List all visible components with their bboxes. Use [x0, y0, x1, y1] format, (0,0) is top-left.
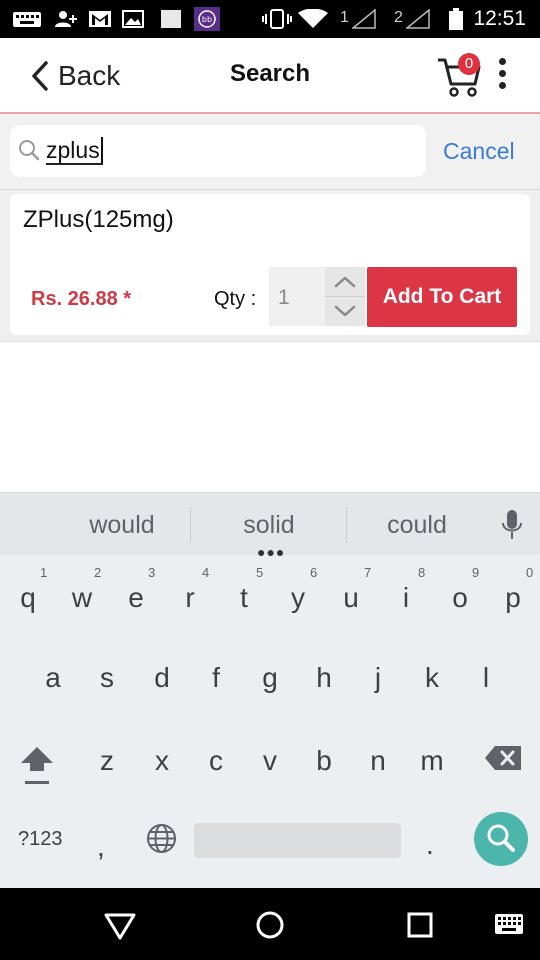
- keyboard-switch-icon[interactable]: [494, 910, 524, 940]
- search-bar: zplus Cancel: [0, 114, 540, 190]
- key-m[interactable]: m: [405, 743, 459, 779]
- key-hint: 4: [202, 565, 210, 580]
- suggestion-divider: [190, 507, 191, 543]
- search-key[interactable]: [474, 812, 528, 866]
- image-icon: [122, 10, 144, 28]
- key-w[interactable]: w: [55, 580, 109, 616]
- quantity-field[interactable]: 1: [269, 267, 325, 326]
- key-b[interactable]: b: [297, 743, 351, 779]
- recents-square-icon[interactable]: [403, 908, 437, 942]
- sim2-label: 2: [394, 9, 403, 26]
- results-list: ZPlus(125mg) Rs. 26.88 * Qty : 1 Add To …: [0, 190, 540, 342]
- navigation-bar: [0, 888, 540, 960]
- search-input[interactable]: zplus: [10, 125, 426, 177]
- key-hint: 1: [40, 565, 48, 580]
- product-price: Rs. 26.88 *: [31, 288, 132, 310]
- add-to-cart-button[interactable]: Add To Cart: [367, 267, 517, 327]
- search-icon: [487, 824, 515, 852]
- text-cursor: [100, 137, 103, 163]
- blank-app-icon: [161, 10, 181, 28]
- add-user-icon: [55, 11, 77, 27]
- key-u[interactable]: u: [324, 580, 378, 616]
- app-bar: Back Search 0: [0, 38, 540, 114]
- key-h[interactable]: h: [297, 660, 351, 696]
- key-hint: 2: [94, 565, 102, 580]
- list-item[interactable]: ZPlus(125mg) Rs. 26.88 * Qty : 1 Add To …: [10, 194, 530, 335]
- key-p[interactable]: p: [486, 580, 540, 616]
- key-z[interactable]: z: [80, 743, 134, 779]
- sim1-label: 1: [340, 9, 349, 26]
- keyboard: would solid could ●●● q w e r t y u i o …: [0, 492, 540, 888]
- qty-label: Qty :: [214, 288, 257, 310]
- bb-app-icon: bb: [194, 7, 220, 31]
- key-hint: 6: [310, 565, 318, 580]
- cancel-button[interactable]: Cancel: [443, 138, 515, 165]
- key-e[interactable]: e: [109, 580, 163, 616]
- back-label: Back: [58, 60, 121, 91]
- key-a[interactable]: a: [26, 660, 80, 696]
- overflow-menu-icon[interactable]: [494, 58, 510, 92]
- chevron-left-icon: [32, 61, 48, 91]
- key-f[interactable]: f: [189, 660, 243, 696]
- product-name: ZPlus(125mg): [23, 206, 174, 233]
- cart-count-badge: 0: [458, 53, 480, 75]
- spacebar[interactable]: [194, 823, 401, 858]
- search-query: zplus: [46, 137, 103, 165]
- status-bar: bb 1 2 12:51: [0, 0, 540, 38]
- backspace-icon[interactable]: [484, 745, 522, 771]
- key-v[interactable]: v: [243, 743, 297, 779]
- key-k[interactable]: k: [405, 660, 459, 696]
- quantity-stepper: [325, 267, 365, 326]
- suggestion-2[interactable]: solid: [209, 511, 329, 540]
- key-hint: 7: [364, 565, 372, 580]
- key-n[interactable]: n: [351, 743, 405, 779]
- key-q[interactable]: q: [1, 580, 55, 616]
- key-r[interactable]: r: [163, 580, 217, 616]
- clock: 12:51: [473, 7, 526, 30]
- home-circle-icon[interactable]: [253, 908, 287, 942]
- signal-icon: [406, 9, 430, 29]
- keyboard-icon: [13, 12, 41, 27]
- back-triangle-icon[interactable]: [103, 908, 137, 942]
- suggestion-1[interactable]: would: [62, 511, 182, 540]
- suggestion-divider: [346, 507, 347, 543]
- key-i[interactable]: i: [379, 580, 433, 616]
- key-hint: 9: [472, 565, 480, 580]
- key-t[interactable]: t: [217, 580, 271, 616]
- search-icon: [19, 140, 40, 161]
- key-hint: 0: [526, 565, 534, 580]
- suggestion-3[interactable]: could: [357, 511, 477, 540]
- key-s[interactable]: s: [80, 660, 134, 696]
- chevron-down-icon[interactable]: [325, 297, 365, 326]
- shift-icon[interactable]: [19, 741, 55, 787]
- key-hint: 8: [418, 565, 426, 580]
- key-o[interactable]: o: [433, 580, 487, 616]
- key-c[interactable]: c: [189, 743, 243, 779]
- wifi-icon: [298, 9, 328, 28]
- back-button[interactable]: Back: [30, 56, 120, 96]
- key-l[interactable]: l: [459, 660, 513, 696]
- key-x[interactable]: x: [135, 743, 189, 779]
- key-g[interactable]: g: [243, 660, 297, 696]
- more-suggestions-icon[interactable]: ●●●: [257, 545, 285, 559]
- signal-icon: [352, 9, 376, 29]
- key-d[interactable]: d: [135, 660, 189, 696]
- mic-icon[interactable]: [500, 509, 524, 541]
- key-y[interactable]: y: [271, 580, 325, 616]
- key-period[interactable]: .: [426, 829, 434, 861]
- globe-icon[interactable]: [146, 823, 177, 854]
- key-hint: 5: [256, 565, 264, 580]
- key-hint: 3: [148, 565, 156, 580]
- chevron-up-icon[interactable]: [325, 267, 365, 296]
- battery-icon: [449, 8, 463, 30]
- key-j[interactable]: j: [351, 660, 405, 696]
- suggestion-bar: would solid could ●●●: [0, 493, 540, 559]
- key-comma[interactable]: ,: [97, 831, 105, 863]
- gmail-icon: [89, 11, 111, 27]
- symbols-key[interactable]: ?123: [18, 828, 63, 851]
- vibrate-icon: [262, 9, 292, 29]
- svg-text:bb: bb: [202, 15, 212, 24]
